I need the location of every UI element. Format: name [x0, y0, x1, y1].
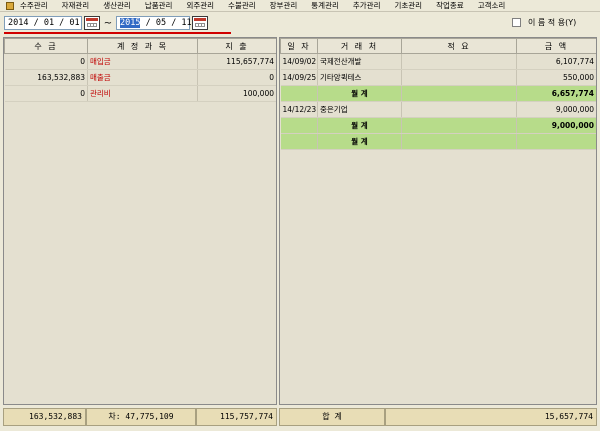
- memo-cell: [401, 101, 517, 118]
- table-row[interactable]: 14/09/02 국제전산개발 6,107,774: [280, 53, 596, 70]
- account-cell: 매출금: [87, 69, 198, 86]
- app-icon: [6, 1, 14, 10]
- account-summary-table: 수 금 계 정 과 목 지 출 0 매입금 115,657,774 163,53…: [4, 38, 276, 102]
- name-apply-option[interactable]: 이 름 적 용(Y): [512, 17, 576, 28]
- header-income: 수 금: [4, 38, 88, 54]
- menu-order[interactable]: 수주관리: [20, 0, 48, 11]
- date-cell: [280, 85, 318, 102]
- date-underline: [4, 32, 231, 34]
- date-cell: 14/09/02: [280, 53, 318, 70]
- menu-exit[interactable]: 작업종료: [436, 0, 464, 11]
- amount-cell: 6,107,774: [516, 53, 596, 70]
- table-row[interactable]: 14/09/25 기타앙퀵테스 550,000: [280, 69, 596, 86]
- memo-cell: [401, 117, 517, 134]
- start-calendar-icon[interactable]: [84, 16, 100, 30]
- header-account: 계 정 과 목: [87, 38, 198, 54]
- account-summary-panel: 수 금 계 정 과 목 지 출 0 매입금 115,657,774 163,53…: [3, 37, 277, 405]
- header-partner: 거 래 처: [317, 38, 402, 54]
- expense-cell: 115,657,774: [197, 53, 276, 70]
- expense-cell: 0: [197, 69, 276, 86]
- table-row[interactable]: 163,532,883 매출금 0: [4, 69, 276, 86]
- end-date-year-selected: 2015: [120, 18, 141, 28]
- income-cell: 163,532,883: [4, 69, 88, 86]
- menu-outsourcing[interactable]: 외주관리: [186, 0, 214, 11]
- monthly-total-row[interactable]: 월 계 6,657,774: [280, 85, 596, 102]
- income-cell: 0: [4, 85, 88, 102]
- total-label-cell: 월 계: [317, 117, 402, 134]
- menu-statistics[interactable]: 통계관리: [311, 0, 339, 11]
- menu-production[interactable]: 생산관리: [103, 0, 131, 11]
- end-date-input[interactable]: 2015 / 05 / 11: [116, 16, 192, 30]
- menu-inout[interactable]: 수불관리: [228, 0, 256, 11]
- menu-basic[interactable]: 기초관리: [394, 0, 422, 11]
- end-calendar-icon[interactable]: [192, 16, 208, 30]
- menu-material[interactable]: 자재관리: [62, 0, 90, 11]
- partner-cell: 국제전산개발: [317, 53, 402, 70]
- total-label-cell: 월 계: [317, 133, 402, 150]
- name-apply-label: 이 름 적 용(Y): [528, 18, 577, 27]
- memo-cell: [401, 69, 517, 86]
- income-cell: 0: [4, 53, 88, 70]
- amount-cell: 550,000: [516, 69, 596, 86]
- date-cell: 14/12/23: [280, 101, 318, 118]
- header-amount: 금 액: [516, 38, 596, 54]
- table-row[interactable]: 0 매입금 115,657,774: [4, 53, 276, 70]
- account-cell: 매입금: [87, 53, 198, 70]
- header-date: 일 자: [280, 38, 318, 54]
- date-cell: 14/09/25: [280, 69, 318, 86]
- menu-ledger[interactable]: 장부관리: [270, 0, 298, 11]
- amount-cell: 9,000,000: [516, 117, 596, 134]
- date-separator: ~: [103, 17, 113, 29]
- total-label-cell: 월 계: [317, 85, 402, 102]
- header-expense: 지 출: [197, 38, 276, 54]
- amount-cell: 6,657,774: [516, 85, 596, 102]
- date-cell: [280, 133, 318, 150]
- name-apply-checkbox[interactable]: [512, 18, 521, 27]
- grand-total-label: 합 계: [279, 408, 385, 426]
- header-memo: 적 요: [401, 38, 517, 54]
- date-range-bar: 2014 / 01 / 01 ~ 2015 / 05 / 11: [4, 14, 208, 32]
- memo-cell: [401, 133, 517, 150]
- right-summary-bar: 합 계 15,657,774: [279, 408, 597, 426]
- monthly-total-row[interactable]: 월 계: [280, 133, 596, 150]
- grand-total-amount: 15,657,774: [385, 408, 597, 426]
- transaction-panel: 일 자 거 래 처 적 요 금 액 14/09/02 국제전산개발 6,107,…: [279, 37, 597, 405]
- transaction-table: 일 자 거 래 처 적 요 금 액 14/09/02 국제전산개발 6,107,…: [280, 38, 596, 150]
- menu-bar: 수주관리 자재관리 생산관리 납품관리 외주관리 수불관리 장부관리 통계관리 …: [0, 0, 600, 12]
- partner-cell: 중은기업: [317, 101, 402, 118]
- start-date-input[interactable]: 2014 / 01 / 01: [4, 16, 82, 30]
- left-summary-bar: 163,532,883 차: 47,775,109 115,757,774: [3, 408, 277, 426]
- income-total: 163,532,883: [3, 408, 86, 426]
- table-row[interactable]: 0 관리비 100,000: [4, 85, 276, 102]
- partner-cell: 기타앙퀵테스: [317, 69, 402, 86]
- monthly-total-row[interactable]: 월 계 9,000,000: [280, 117, 596, 134]
- menu-feedback[interactable]: 고객소리: [478, 0, 506, 11]
- memo-cell: [401, 85, 517, 102]
- difference-total: 차: 47,775,109: [86, 408, 196, 426]
- amount-cell: [516, 133, 596, 150]
- expense-cell: 100,000: [197, 85, 276, 102]
- account-cell: 관리비: [87, 85, 198, 102]
- date-cell: [280, 117, 318, 134]
- end-date-rest: / 05 / 11: [140, 18, 192, 28]
- table-row[interactable]: 14/12/23 중은기업 9,000,000: [280, 101, 596, 118]
- amount-cell: 9,000,000: [516, 101, 596, 118]
- memo-cell: [401, 53, 517, 70]
- menu-additional[interactable]: 추가관리: [353, 0, 381, 11]
- expense-total: 115,757,774: [196, 408, 277, 426]
- menu-delivery[interactable]: 납품관리: [145, 0, 173, 11]
